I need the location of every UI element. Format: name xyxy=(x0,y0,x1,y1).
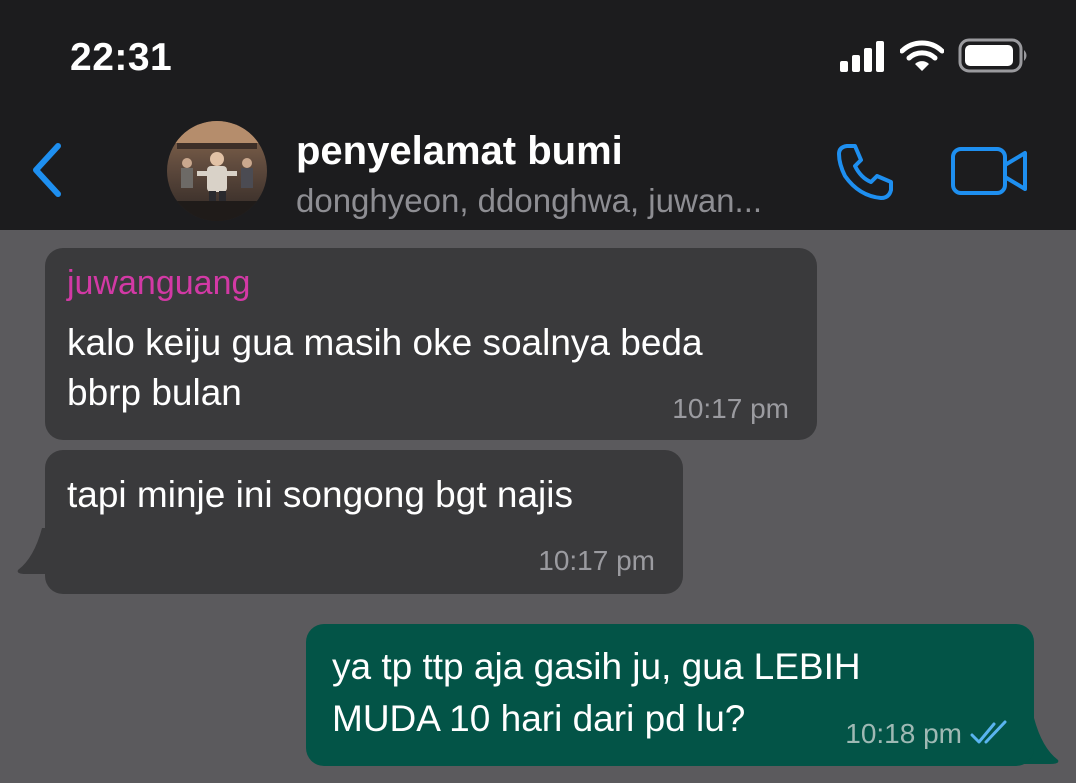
group-avatar[interactable] xyxy=(167,121,267,221)
chat-header: 22:31 penyelamat bumi donghyeon, ddonghw… xyxy=(0,0,1076,230)
wifi-icon xyxy=(900,40,944,71)
video-camera-icon xyxy=(951,147,1027,195)
message-time: 10:18 pm xyxy=(845,718,962,749)
outgoing-message[interactable]: ya tp ttp aja gasih ju, gua LEBIH MUDA 1… xyxy=(306,624,1034,766)
voice-call-button[interactable] xyxy=(833,140,897,204)
chat-title[interactable]: penyelamat bumi xyxy=(296,129,623,174)
status-icons xyxy=(840,38,1030,74)
double-check-icon xyxy=(970,720,1007,744)
message-text: tapi minje ini songong bgt najis xyxy=(67,474,573,515)
message-time: 10:17 pm xyxy=(672,393,789,424)
chevron-left-icon xyxy=(33,143,61,197)
back-button[interactable] xyxy=(22,140,72,200)
chat-participants[interactable]: donghyeon, ddonghwa, juwan... xyxy=(296,182,806,220)
message-text: MUDA 10 hari dari pd lu? xyxy=(332,698,746,739)
sender-name[interactable]: juwanguang xyxy=(67,264,250,303)
message-text: kalo keiju gua masih oke soalnya beda xyxy=(67,322,703,363)
incoming-message[interactable]: tapi minje ini songong bgt najis 10:17 p… xyxy=(45,450,683,594)
video-call-button[interactable] xyxy=(950,143,1030,199)
message-text: ya tp ttp aja gasih ju, gua LEBIH xyxy=(332,646,861,687)
status-time: 22:31 xyxy=(70,36,173,79)
signal-icon xyxy=(840,41,884,72)
incoming-message[interactable]: juwanguang kalo keiju gua masih oke soal… xyxy=(45,248,817,440)
battery-icon xyxy=(958,38,1027,73)
message-time: 10:17 pm xyxy=(538,545,655,576)
phone-icon xyxy=(837,144,893,200)
message-text: bbrp bulan xyxy=(67,372,242,413)
